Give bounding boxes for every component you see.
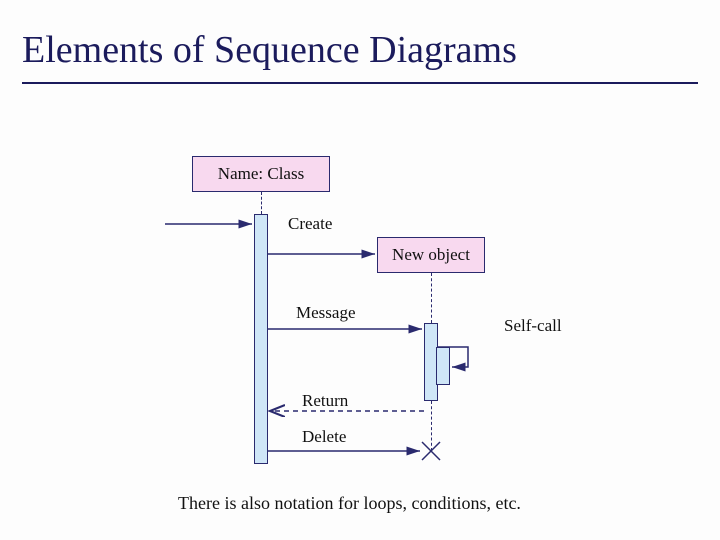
label-create: Create — [288, 214, 332, 234]
activation-selfcall — [436, 347, 450, 385]
object-new-label: New object — [392, 245, 470, 265]
diagram-arrows — [0, 0, 720, 540]
object-new: New object — [377, 237, 485, 273]
lifeline-primary-top — [261, 192, 262, 214]
activation-primary — [254, 214, 268, 464]
object-primary: Name: Class — [192, 156, 330, 192]
lifeline-new-top — [431, 273, 432, 323]
label-selfcall: Self-call — [504, 316, 562, 336]
label-message: Message — [296, 303, 355, 323]
page-title: Elements of Sequence Diagrams — [22, 28, 517, 72]
title-underline — [22, 82, 698, 84]
object-primary-label: Name: Class — [218, 164, 304, 184]
label-return: Return — [302, 391, 348, 411]
lifeline-new-bottom — [431, 401, 432, 451]
label-delete: Delete — [302, 427, 346, 447]
footer-note: There is also notation for loops, condit… — [178, 493, 521, 514]
